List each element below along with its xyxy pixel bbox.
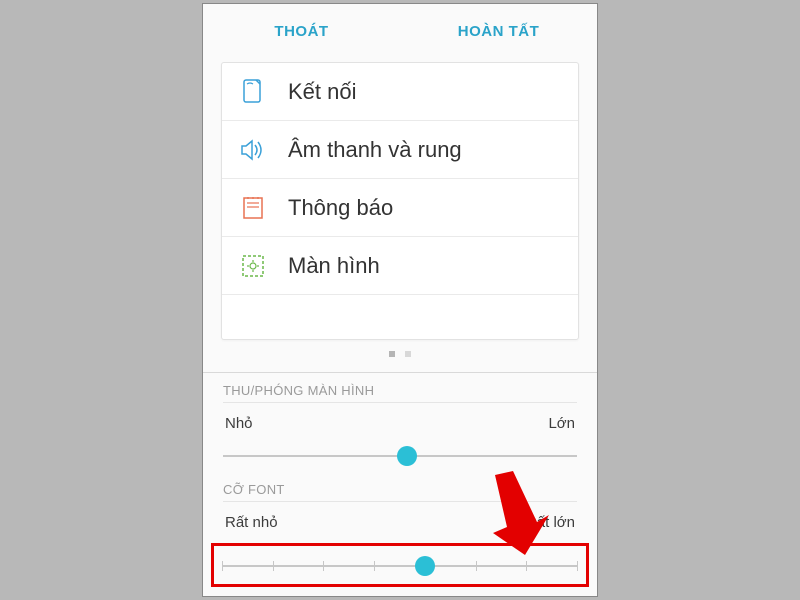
slider-min-label: Nhỏ bbox=[225, 415, 253, 432]
slider-min-label: Rất nhỏ bbox=[225, 514, 278, 531]
settings-row-sound[interactable]: Âm thanh và rung bbox=[222, 121, 578, 179]
dialog-top-bar: THOÁT HOÀN TẤT bbox=[203, 4, 597, 58]
slider-ticks bbox=[222, 561, 578, 571]
zoom-slider[interactable] bbox=[223, 442, 577, 470]
slider-thumb[interactable] bbox=[397, 446, 417, 466]
slider-max-label: Rất lớn bbox=[526, 514, 575, 531]
settings-row-label: Kết nối bbox=[288, 79, 357, 105]
settings-preview-card: Kết nối Âm thanh và rung Thông báo Màn h… bbox=[221, 62, 579, 340]
cancel-button[interactable]: THOÁT bbox=[203, 23, 400, 40]
annotation-highlight bbox=[211, 543, 589, 587]
page-indicator bbox=[203, 340, 597, 372]
sound-icon bbox=[240, 137, 266, 163]
slider-thumb[interactable] bbox=[415, 556, 435, 576]
section-title: CỠ FONT bbox=[223, 482, 577, 502]
done-button[interactable]: HOÀN TẤT bbox=[400, 23, 597, 40]
settings-row-connections[interactable]: Kết nối bbox=[222, 63, 578, 121]
settings-row-label: Thông báo bbox=[288, 195, 393, 221]
settings-row-display[interactable]: Màn hình bbox=[222, 237, 578, 295]
slider-range-labels: Rất nhỏ Rất lớn bbox=[223, 502, 577, 537]
phone-screen: THOÁT HOÀN TẤT Kết nối Âm thanh và rung … bbox=[202, 3, 598, 597]
device-icon bbox=[240, 79, 266, 105]
notification-icon bbox=[240, 195, 266, 221]
settings-row-label bbox=[288, 303, 294, 321]
settings-row-label: Màn hình bbox=[288, 253, 380, 279]
page-dot-active bbox=[389, 351, 395, 357]
font-size-slider[interactable] bbox=[222, 552, 578, 580]
settings-row-label: Âm thanh và rung bbox=[288, 137, 462, 163]
slider-max-label: Lớn bbox=[548, 415, 575, 432]
page-dot bbox=[405, 351, 411, 357]
section-title: THU/PHÓNG MÀN HÌNH bbox=[223, 383, 577, 403]
settings-row-notifications[interactable]: Thông báo bbox=[222, 179, 578, 237]
zoom-section: THU/PHÓNG MÀN HÌNH Nhỏ Lớn bbox=[203, 373, 597, 476]
slider-range-labels: Nhỏ Lớn bbox=[223, 403, 577, 438]
placeholder-icon bbox=[240, 303, 266, 329]
settings-row-cutoff bbox=[222, 295, 578, 339]
font-section: CỠ FONT Rất nhỏ Rất lớn bbox=[203, 476, 597, 541]
display-icon bbox=[240, 253, 266, 279]
